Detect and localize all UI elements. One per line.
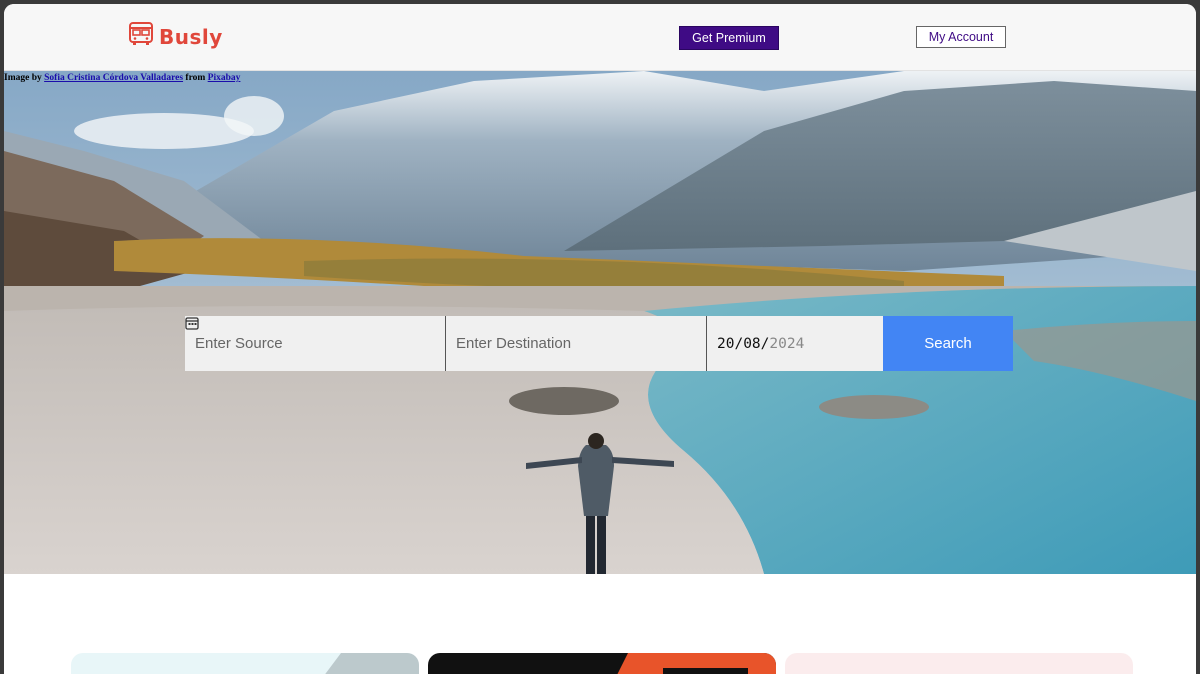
search-button[interactable]: Search bbox=[883, 316, 1013, 371]
trip-search-form: Enter Source Enter Destination 20/08/202… bbox=[185, 316, 1013, 371]
image-credit: Image by Sofia Cristina Córdova Valladar… bbox=[4, 73, 240, 83]
credit-middle: from bbox=[183, 73, 208, 83]
travel-date-input[interactable]: 20/08/2024 bbox=[185, 316, 883, 371]
top-nav: Busly Get Premium My Account bbox=[4, 4, 1196, 71]
my-account-button[interactable]: My Account bbox=[916, 26, 1006, 48]
feature-card-2[interactable] bbox=[428, 653, 776, 674]
date-year: 2024 bbox=[769, 335, 805, 352]
credit-author-link[interactable]: Sofia Cristina Córdova Valladares bbox=[44, 73, 183, 83]
bus-icon bbox=[127, 20, 155, 53]
source-input[interactable]: Enter Source bbox=[185, 316, 446, 371]
browser-viewport: Busly Get Premium My Account Image by So… bbox=[4, 4, 1196, 674]
date-day-month: 20/08/ bbox=[717, 335, 770, 352]
date-value: 20/08/2024 bbox=[717, 336, 804, 352]
hero-banner: Image by Sofia Cristina Córdova Valladar… bbox=[4, 71, 1196, 574]
get-premium-button[interactable]: Get Premium bbox=[679, 26, 779, 50]
feature-card-1[interactable] bbox=[71, 653, 419, 674]
feature-card-2-art bbox=[617, 653, 776, 674]
credit-prefix: Image by bbox=[4, 73, 45, 83]
credit-site-link[interactable]: Pixabay bbox=[208, 73, 241, 83]
feature-card-1-art bbox=[325, 653, 419, 674]
brand-logo[interactable]: Busly bbox=[127, 20, 223, 53]
feature-card-3[interactable] bbox=[785, 653, 1133, 674]
destination-input[interactable]: Enter Destination bbox=[446, 316, 707, 371]
brand-name: Busly bbox=[159, 24, 223, 49]
